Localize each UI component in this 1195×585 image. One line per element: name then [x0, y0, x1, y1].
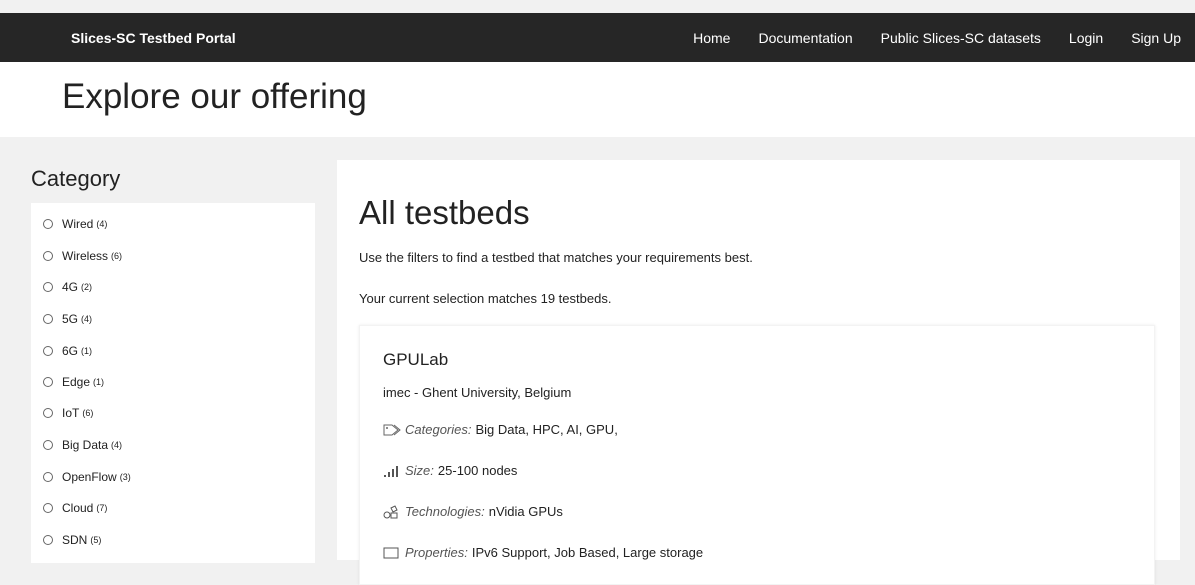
results-panel: All testbeds Use the filters to find a t… — [337, 160, 1180, 585]
category-filter-list: Wired (4) Wireless (6) 4G (2) 5G (4) 6G (1) E… — [31, 203, 315, 563]
radio-icon[interactable] — [43, 408, 53, 418]
testbed-technologies: Technologies: nVidia GPUs — [383, 504, 563, 519]
testbed-categories: Categories: Big Data, HPC, AI, GPU, — [383, 422, 618, 437]
nav-menu: Home Documentation Public Slices-SC data… — [693, 13, 1195, 62]
nav-documentation-link[interactable]: Documentation — [758, 30, 852, 46]
top-navbar: Slices-SC Testbed Portal Home Documentat… — [0, 13, 1195, 62]
category-filter-5g[interactable]: 5G (4) — [43, 312, 92, 326]
nav-datasets-link[interactable]: Public Slices-SC datasets — [881, 30, 1041, 46]
page-title: Explore our offering — [62, 77, 367, 116]
category-filter-edge[interactable]: Edge (1) — [43, 375, 104, 389]
hero-banner: Explore our offering — [0, 62, 1195, 137]
testbed-title[interactable]: GPULab — [383, 350, 448, 370]
radio-icon[interactable] — [43, 346, 53, 356]
radio-icon[interactable] — [43, 535, 53, 545]
radio-icon[interactable] — [43, 251, 53, 261]
category-filter-openflow[interactable]: OpenFlow (3) — [43, 470, 131, 484]
testbed-properties: Properties: IPv6 Support, Job Based, Lar… — [383, 545, 703, 560]
category-filter-iot[interactable]: IoT (6) — [43, 406, 93, 420]
category-filter-wireless[interactable]: Wireless (6) — [43, 249, 122, 263]
category-filter-sdn[interactable]: SDN (5) — [43, 533, 101, 547]
radio-icon[interactable] — [43, 440, 53, 450]
category-filter-cloud[interactable]: Cloud (7) — [43, 501, 107, 515]
radio-icon[interactable] — [43, 377, 53, 387]
radio-icon[interactable] — [43, 503, 53, 513]
category-filter-big-data[interactable]: Big Data (4) — [43, 438, 122, 452]
category-filter-wired[interactable]: Wired (4) — [43, 217, 107, 231]
category-heading: Category — [31, 166, 121, 191]
nav-login-link[interactable]: Login — [1069, 30, 1103, 46]
signal-bars-icon — [383, 464, 399, 478]
tag-icon — [383, 423, 401, 437]
testbed-organization: imec - Ghent University, Belgium — [383, 385, 572, 400]
testbed-size: Size: 25-100 nodes — [383, 463, 517, 478]
radio-icon[interactable] — [43, 472, 53, 482]
category-filter-4g[interactable]: 4G (2) — [43, 280, 92, 294]
radio-icon[interactable] — [43, 219, 53, 229]
category-filter-6g[interactable]: 6G (1) — [43, 344, 92, 358]
nav-home-link[interactable]: Home — [693, 30, 730, 46]
brand-link[interactable]: Slices-SC Testbed Portal — [71, 30, 236, 46]
results-count: Your current selection matches 19 testbe… — [359, 291, 612, 306]
shapes-icon — [383, 504, 399, 519]
results-description: Use the filters to find a testbed that m… — [359, 250, 753, 265]
radio-icon[interactable] — [43, 282, 53, 292]
results-title: All testbeds — [359, 194, 530, 231]
testbed-card-gpulab[interactable]: GPULab imec - Ghent University, Belgium … — [359, 325, 1155, 585]
checklist-icon — [383, 546, 399, 560]
nav-signup-link[interactable]: Sign Up — [1131, 30, 1181, 46]
radio-icon[interactable] — [43, 314, 53, 324]
